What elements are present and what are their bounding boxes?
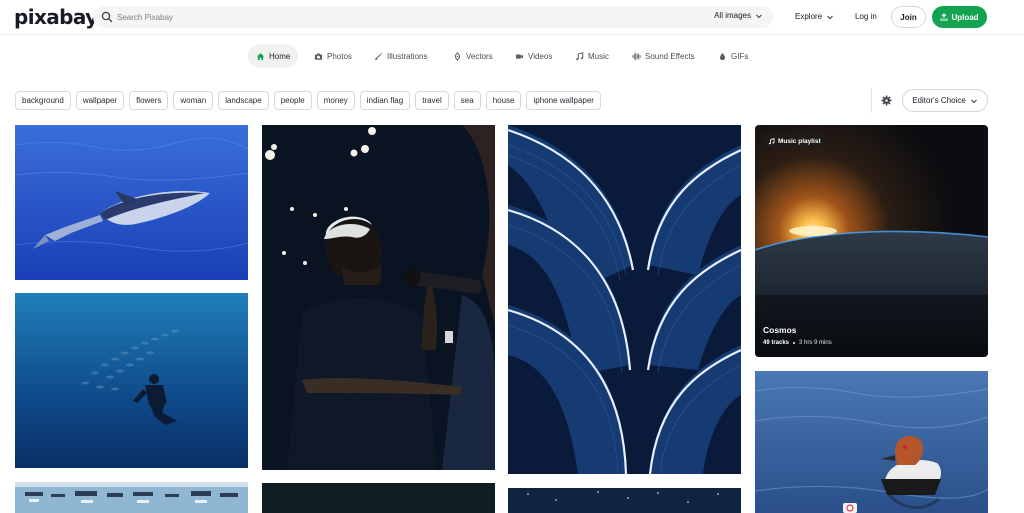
dark-image <box>262 483 495 513</box>
tab-label: Home <box>269 51 291 61</box>
sort-dropdown[interactable]: Editor's Choice <box>902 89 988 112</box>
brush-icon <box>374 52 383 60</box>
search-input[interactable] <box>117 9 677 25</box>
image-card-stars[interactable] <box>508 488 741 513</box>
playlist-meta: 49 tracks 3 hrs 9 mins <box>763 340 832 346</box>
image-card-singer[interactable] <box>262 125 495 470</box>
harbor-image <box>15 482 248 513</box>
tag-chip[interactable]: background <box>15 91 71 110</box>
login-link[interactable]: Log in <box>855 12 877 21</box>
search-bar: All images <box>93 6 773 28</box>
tag-chip[interactable]: sea <box>453 91 481 110</box>
media-type-label: All images <box>714 11 751 20</box>
playlist-card-cosmos[interactable]: Music playlist Cosmos 49 tracks 3 hrs 9 … <box>755 125 988 357</box>
tab-home[interactable]: Home <box>248 44 299 68</box>
tag-chip[interactable]: landscape <box>218 91 269 110</box>
image-card-diver[interactable] <box>15 293 248 468</box>
upload-label: Upload <box>951 12 979 22</box>
search-icon <box>101 11 113 23</box>
diver-image <box>15 293 248 468</box>
tag-chip[interactable]: house <box>485 91 522 110</box>
tag-chip[interactable]: indian flag <box>359 91 411 110</box>
tag-row: background wallpaper flowers woman lands… <box>15 91 601 110</box>
image-card-spiral[interactable] <box>508 125 741 474</box>
media-type-dropdown[interactable]: All images <box>714 11 763 20</box>
tab-photos[interactable]: Photos <box>314 44 352 68</box>
tab-vectors[interactable]: Vectors <box>453 44 493 68</box>
sort-label: Editor's Choice <box>912 96 966 105</box>
image-card-dolphin[interactable] <box>15 125 248 280</box>
tab-label: Photos <box>327 51 352 61</box>
tab-label: Music <box>588 51 609 61</box>
chevron-down-icon <box>756 14 762 18</box>
tab-label: Illustrations <box>387 51 428 61</box>
tab-label: Sound Effects <box>645 51 695 61</box>
playlist-badge: Music playlist <box>763 134 826 148</box>
chevron-down-icon <box>827 15 834 19</box>
tag-chip[interactable]: flowers <box>129 91 169 110</box>
tab-music[interactable]: Music <box>575 44 609 68</box>
tab-videos[interactable]: Videos <box>515 44 552 68</box>
gear-icon[interactable] <box>881 95 892 106</box>
explore-label: Explore <box>795 12 823 21</box>
dolphin-image <box>15 125 248 280</box>
sound-wave-icon <box>632 51 641 61</box>
music-note-icon <box>576 51 584 60</box>
pixabay-logo[interactable]: pixabay <box>14 5 98 29</box>
upload-button[interactable]: Upload <box>932 6 987 28</box>
tag-chip[interactable]: woman <box>173 91 214 110</box>
tag-chip[interactable]: people <box>273 91 312 110</box>
tab-sound-effects[interactable]: Sound Effects <box>632 44 695 68</box>
tag-chip[interactable]: iphone wallpaper <box>526 91 601 110</box>
upload-icon <box>940 13 948 21</box>
tag-chip[interactable]: travel <box>415 91 449 110</box>
join-button[interactable]: Join <box>891 6 926 28</box>
image-card-duck[interactable] <box>755 371 988 513</box>
chevron-down-icon <box>970 99 977 103</box>
image-card-dark[interactable] <box>262 483 495 513</box>
explore-menu[interactable]: Explore <box>795 12 834 21</box>
music-note-icon <box>768 137 775 144</box>
camera-icon <box>314 52 323 60</box>
image-card-harbor[interactable] <box>15 482 248 513</box>
video-icon <box>515 54 524 59</box>
tag-chip[interactable]: wallpaper <box>75 91 125 110</box>
tab-label: Vectors <box>466 51 493 61</box>
spiral-architecture-image <box>508 125 741 474</box>
playlist-title: Cosmos <box>763 325 797 335</box>
gif-drop-icon <box>719 52 726 60</box>
separator-dot <box>793 342 796 344</box>
home-icon <box>256 52 265 60</box>
toolbar-divider <box>871 89 872 113</box>
duck-image <box>755 371 988 513</box>
tab-label: GIFs <box>731 51 749 61</box>
top-header: pixabay All images Explore Log in Join U… <box>0 0 1024 35</box>
earth-sunrise-image <box>755 125 988 357</box>
tab-gifs[interactable]: GIFs <box>718 44 748 68</box>
tab-illustrations[interactable]: Illustrations <box>374 44 427 68</box>
playlist-tracks: 49 tracks <box>763 340 790 346</box>
night-sky-image <box>508 488 741 513</box>
playlist-duration: 3 hrs 9 mins <box>799 340 832 346</box>
pen-nib-icon <box>454 51 461 61</box>
singer-image <box>262 125 495 470</box>
playlist-badge-label: Music playlist <box>778 137 821 145</box>
tag-chip[interactable]: money <box>316 91 355 110</box>
tab-label: Videos <box>528 51 553 61</box>
category-tabs: Home Photos Illustrations Vectors Videos… <box>0 44 1024 68</box>
